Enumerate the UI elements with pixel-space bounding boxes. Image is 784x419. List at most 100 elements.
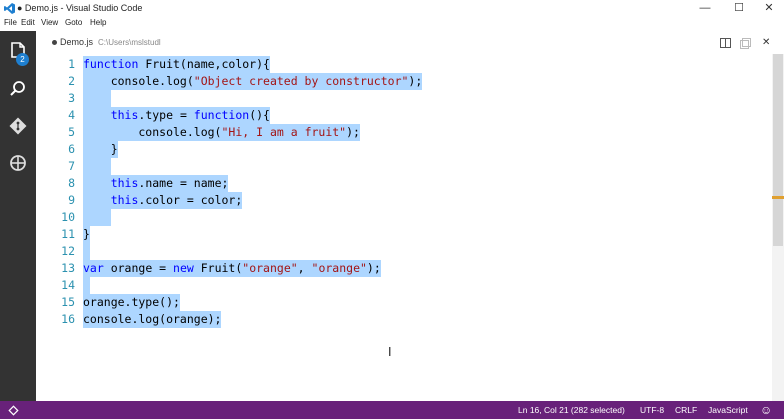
line-number: 10 xyxy=(61,210,75,224)
language-mode[interactable]: JavaScript xyxy=(708,405,748,415)
files-badge: 2 xyxy=(16,53,29,66)
line-number: 12 xyxy=(61,244,75,258)
code-line[interactable]: 3 xyxy=(36,90,772,107)
line-number: 13 xyxy=(61,261,75,275)
menu-goto[interactable]: Goto xyxy=(65,18,82,27)
code-token: orange = xyxy=(103,261,174,275)
scrollbar-thumb[interactable] xyxy=(773,54,783,246)
code-text: } xyxy=(83,226,90,243)
open-changes-icon[interactable] xyxy=(740,38,751,49)
code-line[interactable]: 13 var orange = new Fruit("orange", "oran… xyxy=(36,260,772,277)
code-text xyxy=(83,90,111,107)
code-line[interactable]: 14 xyxy=(36,277,772,294)
line-number: 11 xyxy=(61,227,75,241)
menu-help[interactable]: Help xyxy=(90,18,106,27)
code-line[interactable]: 15 orange.type(); xyxy=(36,294,772,311)
code-token: Fruit(name,color){ xyxy=(138,57,270,71)
code-text: orange.type(); xyxy=(83,294,180,311)
string-token: "Hi, I am a fruit" xyxy=(221,125,347,139)
menu-edit[interactable]: Edit xyxy=(21,18,35,27)
editor-tab-bar: Demo.js C:\Users\mslstudl ✕ xyxy=(36,31,784,54)
code-text: console.log(orange); xyxy=(83,311,222,328)
line-number: 14 xyxy=(61,278,75,292)
git-icon[interactable] xyxy=(7,115,29,137)
code-line[interactable]: 8 this.name = name; xyxy=(36,175,772,192)
cursor-position[interactable]: Ln 16, Col 21 (282 selected) xyxy=(518,405,625,415)
keyword-token: var xyxy=(83,261,104,275)
minimize-button[interactable]: — xyxy=(689,0,721,17)
line-number: 1 xyxy=(68,57,75,71)
code-line[interactable]: 11} xyxy=(36,226,772,243)
line-number: 6 xyxy=(68,142,75,156)
code-line[interactable]: 10 xyxy=(36,209,772,226)
code-line[interactable]: 4 this.type = function(){ xyxy=(36,107,772,124)
code-text xyxy=(83,209,111,226)
code-token: orange.type(); xyxy=(83,295,180,309)
search-icon[interactable] xyxy=(7,78,29,100)
code-text: this.name = name; xyxy=(83,175,229,192)
code-line[interactable]: 2 console.log("Object created by constru… xyxy=(36,73,772,90)
activity-bar: 2 xyxy=(0,31,36,401)
code-token: , xyxy=(297,261,312,275)
tab-file-path: C:\Users\mslstudl xyxy=(98,38,161,47)
code-token: console.log( xyxy=(83,74,194,88)
code-line[interactable]: 5 console.log("Hi, I am a fruit"); xyxy=(36,124,772,141)
line-number: 2 xyxy=(68,74,75,88)
code-token: .type = xyxy=(138,108,194,122)
menu-view[interactable]: View xyxy=(41,18,58,27)
vscode-logo-icon xyxy=(4,3,15,14)
keyword-token: function xyxy=(193,108,250,122)
encoding-indicator[interactable]: UTF-8 xyxy=(640,405,664,415)
title-bar: ● Demo.js - Visual Studio Code — ☐ ✕ xyxy=(0,0,784,17)
text-cursor-icon: I xyxy=(388,345,392,359)
code-text: console.log("Object created by construct… xyxy=(83,73,423,90)
code-token: ); xyxy=(346,125,360,139)
code-token: ); xyxy=(366,261,381,275)
maximize-button[interactable]: ☐ xyxy=(723,0,755,17)
line-number: 3 xyxy=(68,91,75,105)
line-number: 5 xyxy=(68,125,75,139)
editor-scrollbar[interactable] xyxy=(772,54,784,401)
keyword-token: this xyxy=(110,193,139,207)
line-number: 4 xyxy=(68,108,75,122)
feedback-smiley-icon[interactable]: ☺ xyxy=(760,403,772,417)
code-text xyxy=(83,243,90,260)
code-line[interactable]: 12 xyxy=(36,243,772,260)
close-window-button[interactable]: ✕ xyxy=(753,0,784,17)
debug-icon[interactable] xyxy=(7,152,29,174)
code-text: function Fruit(name,color){ xyxy=(83,56,270,73)
string-token: "Object created by constructor" xyxy=(193,74,409,88)
eol-indicator[interactable]: CRLF xyxy=(675,405,697,415)
keyword-token: this xyxy=(110,176,139,190)
status-diamond-icon[interactable] xyxy=(8,405,19,416)
split-editor-icon[interactable] xyxy=(720,38,731,48)
close-editor-button[interactable]: ✕ xyxy=(762,37,770,48)
menu-file[interactable]: File xyxy=(4,18,17,27)
code-text: console.log("Hi, I am a fruit"); xyxy=(83,124,360,141)
keyword-token: this xyxy=(110,108,139,122)
scrollbar-cursor-marker xyxy=(772,196,784,199)
line-number: 7 xyxy=(68,159,75,173)
code-line[interactable]: 6 } xyxy=(36,141,772,158)
code-text: var orange = new Fruit("orange", "orange… xyxy=(83,260,381,277)
status-bar: Ln 16, Col 21 (282 selected) UTF-8 CRLF … xyxy=(0,401,784,419)
code-line[interactable]: 1 function Fruit(name,color){ xyxy=(36,56,772,73)
code-token: console.log(orange); xyxy=(83,312,222,326)
code-line[interactable]: 16 console.log(orange); xyxy=(36,311,772,328)
code-token: .color = color; xyxy=(138,193,243,207)
line-number: 8 xyxy=(68,176,75,190)
code-editor[interactable]: 1 function Fruit(name,color){2 console.lo… xyxy=(36,54,772,401)
keyword-token: new xyxy=(173,261,194,275)
window-title: ● Demo.js - Visual Studio Code xyxy=(17,3,143,13)
tab-demo-js[interactable]: Demo.js xyxy=(60,37,93,47)
code-line[interactable]: 7 xyxy=(36,158,772,175)
code-token: } xyxy=(83,227,90,241)
string-token: "orange" xyxy=(311,261,367,275)
code-text xyxy=(83,277,90,294)
code-line[interactable]: 9 this.color = color; xyxy=(36,192,772,209)
